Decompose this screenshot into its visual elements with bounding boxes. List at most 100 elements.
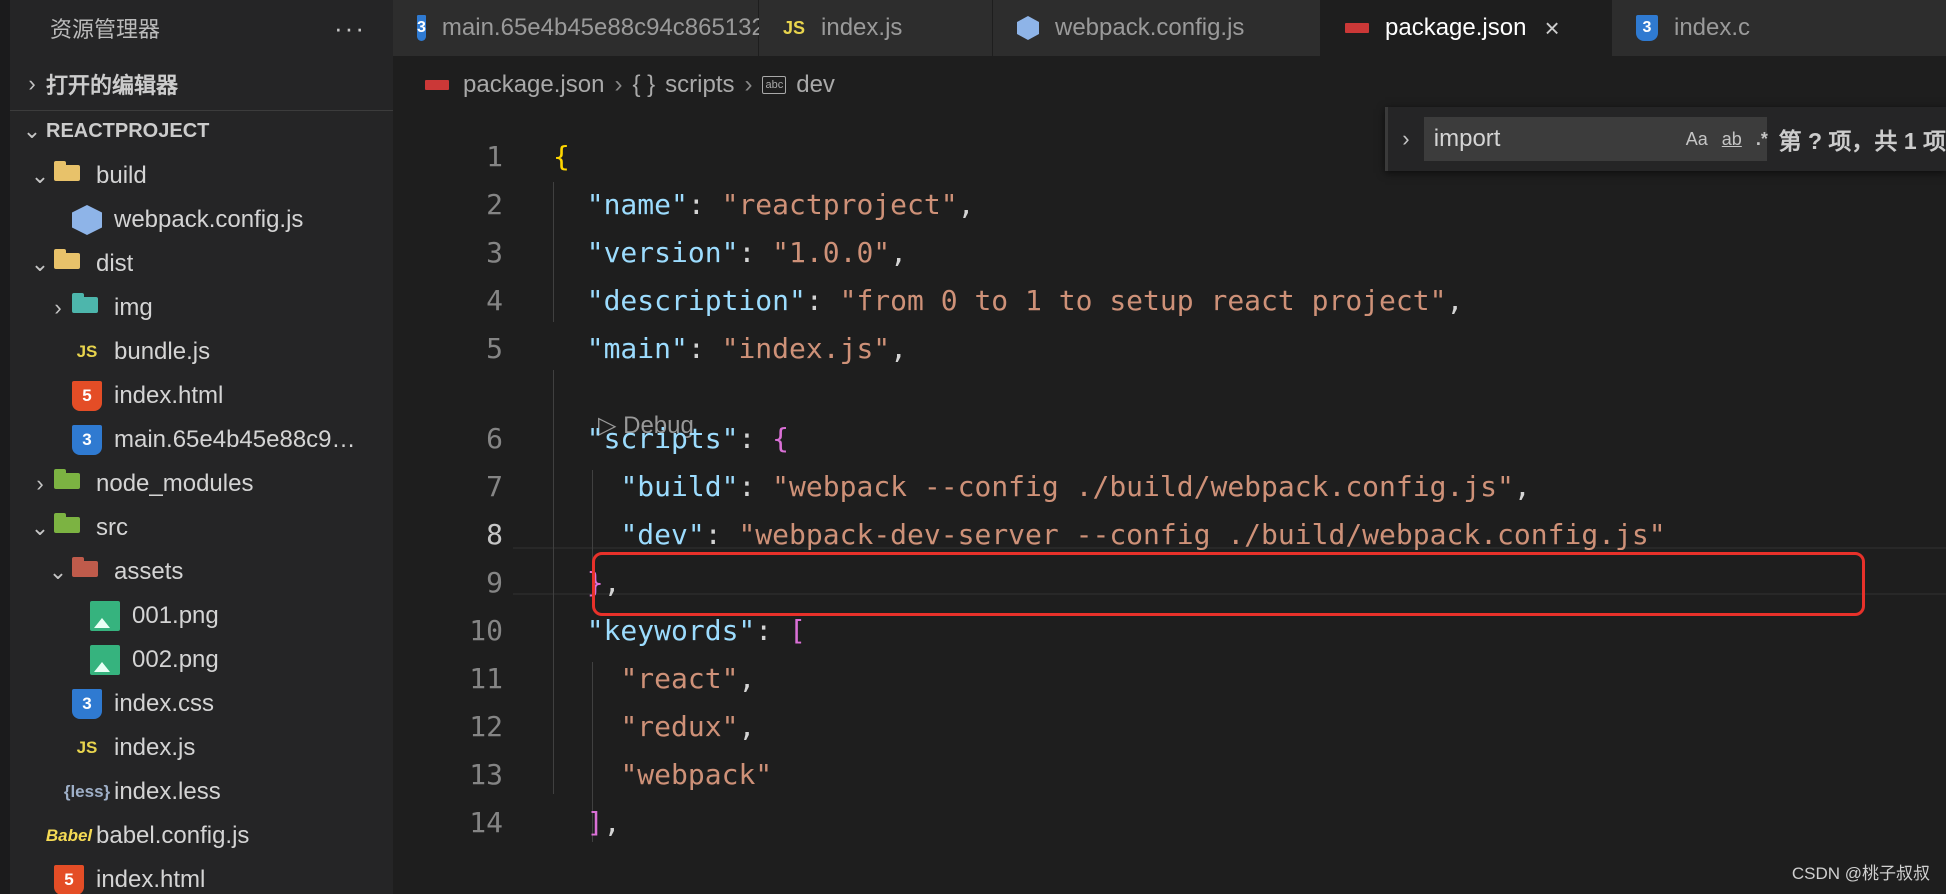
chevron-down-icon[interactable]: ⌄ — [26, 251, 54, 277]
chevron-right-icon[interactable]: › — [26, 471, 54, 497]
line-number: 13 — [469, 757, 503, 791]
breadcrumb-dev[interactable]: dev — [796, 71, 835, 99]
find-input[interactable]: import Aa ab .* — [1423, 117, 1768, 161]
tree-item-label: index.js — [114, 734, 196, 761]
code-text: "redux", — [620, 709, 756, 743]
tab-main-css[interactable]: 3 main.65e4b45e88c94c865132.css — [393, 0, 808, 56]
chevron-down-icon[interactable]: ⌄ — [44, 559, 72, 585]
line-number: 8 — [486, 517, 503, 551]
tab-label: index.c — [1674, 14, 1751, 41]
webpack-icon — [72, 205, 102, 235]
code-text: "scripts": { — [586, 421, 790, 455]
tree-item[interactable]: 001.png — [10, 594, 393, 638]
tree-item[interactable]: JS bundle.js — [10, 330, 393, 374]
tree-item[interactable]: 3 index.css — [10, 682, 393, 726]
tree-item-label: index.html — [114, 382, 224, 409]
tree-item[interactable]: JS index.js — [10, 726, 393, 770]
folder-node-icon — [54, 469, 84, 499]
match-case-toggle[interactable]: Aa — [1686, 129, 1708, 150]
js-icon: JS — [76, 342, 98, 361]
string-icon: abc — [762, 76, 787, 94]
code-text: "description": "from 0 to 1 to setup rea… — [586, 283, 1464, 317]
js-icon: JS — [783, 17, 806, 38]
tree-item-label: babel.config.js — [96, 822, 250, 849]
tree-item[interactable]: Babel babel.config.js — [10, 814, 393, 858]
whole-word-toggle[interactable]: ab — [1722, 129, 1742, 150]
line-number: 7 — [486, 469, 503, 503]
chevron-right-icon: › — [744, 71, 753, 98]
folder-assets-icon — [72, 557, 102, 587]
tab-index-css[interactable]: 3 index.c — [1612, 0, 1946, 56]
watermark: CSDN @桃子叔叔 — [1791, 864, 1930, 883]
tree-item-label: node_modules — [96, 470, 254, 497]
regex-toggle[interactable]: .* — [1756, 129, 1768, 150]
less-icon: {less} — [63, 782, 111, 801]
chevron-down-icon[interactable]: ⌄ — [26, 163, 54, 189]
breadcrumb-scripts[interactable]: scripts — [665, 71, 734, 99]
tab-label: package.json — [1385, 14, 1527, 41]
find-result-count: 第 ? 项，共 1 项 — [1778, 128, 1946, 154]
tree-item[interactable]: 002.png — [10, 638, 393, 682]
toggle-replace-icon[interactable]: › — [1388, 126, 1424, 152]
code-text: "main": "index.js", — [586, 331, 908, 365]
tree-item[interactable]: 5 index.html — [10, 374, 393, 418]
js-icon: JS — [76, 738, 98, 757]
close-tab-icon[interactable]: × — [1544, 13, 1559, 44]
code-text: "dev": "webpack-dev-server --config ./bu… — [620, 517, 1666, 551]
line-number: 3 — [486, 235, 503, 269]
tree-item[interactable]: 5 index.html — [10, 858, 393, 894]
code-text: { — [553, 139, 570, 173]
tab-label: webpack.config.js — [1055, 14, 1245, 41]
tree-item[interactable]: 3 main.65e4b45e88c94c865132.css — [10, 418, 393, 462]
tree-item-label: img — [114, 294, 153, 321]
braces-icon: { } — [632, 71, 656, 98]
code-text: "name": "reactproject", — [586, 187, 975, 221]
css-icon: 3 — [417, 15, 426, 41]
tree-item[interactable]: ⌄ dist — [10, 242, 393, 286]
tab-index-js[interactable]: JS index.js — [759, 0, 993, 56]
tab-label: index.js — [821, 14, 903, 41]
code-text: ], — [586, 805, 621, 839]
tree-item[interactable]: ⌄ src — [10, 506, 393, 550]
webpack-icon — [1017, 16, 1039, 40]
tree-item-label: src — [96, 514, 128, 541]
tab-webpack-config[interactable]: webpack.config.js — [993, 0, 1321, 56]
find-widget: › import Aa ab .* 第 ? 项，共 1 项 — [1385, 107, 1946, 171]
tree-item-label: index.html — [96, 866, 206, 893]
line-number: 11 — [469, 661, 503, 695]
tree-item[interactable]: {less} index.less — [10, 770, 393, 814]
html-icon: 5 — [72, 381, 102, 411]
css-icon: 3 — [72, 425, 102, 455]
image-icon — [90, 601, 120, 631]
tree-item-label: bundle.js — [114, 338, 211, 365]
chevron-right-icon[interactable]: › — [44, 295, 72, 321]
line-number: 14 — [469, 805, 503, 839]
activity-bar-edge — [0, 0, 10, 894]
explorer-header: 资源管理器 ··· — [50, 0, 390, 56]
highlight-annotation-box — [592, 552, 1865, 616]
css-icon: 3 — [1636, 15, 1658, 41]
tree-item-label: assets — [114, 558, 184, 585]
breadcrumb-file[interactable]: package.json — [463, 71, 604, 99]
tree-item[interactable]: › node_modules — [10, 462, 393, 506]
tree-item-label: dist — [96, 250, 134, 277]
project-section[interactable]: ⌄ REACTPROJECT — [10, 110, 393, 151]
tree-item-label: 002.png — [132, 646, 219, 673]
line-number: 6 — [486, 421, 503, 455]
chevron-down-icon: ⌄ — [22, 118, 42, 143]
tree-item[interactable]: ⌄ assets — [10, 550, 393, 594]
explorer-sidebar: 资源管理器 ··· › 打开的编辑器 ⌄ REACTPROJECT ⌄ build… — [0, 0, 393, 894]
tree-item[interactable]: › img — [10, 286, 393, 330]
folder-build-icon — [54, 161, 84, 191]
tree-item[interactable]: ⌄ build — [10, 154, 393, 198]
tab-package-json[interactable]: package.json × — [1321, 0, 1612, 56]
tree-item-label: index.less — [114, 778, 221, 805]
tree-item[interactable]: webpack.config.js — [10, 198, 393, 242]
chevron-down-icon[interactable]: ⌄ — [26, 515, 54, 541]
chevron-right-icon: › — [28, 71, 36, 96]
more-actions-icon[interactable]: ··· — [334, 13, 366, 44]
open-editors-section[interactable]: › 打开的编辑器 — [10, 64, 393, 104]
chevron-right-icon: › — [614, 71, 623, 98]
code-editor[interactable]: ▷ Debug 1{2 "name": "reactproject", 3 "ve… — [393, 110, 1946, 894]
line-number: 2 — [486, 187, 503, 221]
